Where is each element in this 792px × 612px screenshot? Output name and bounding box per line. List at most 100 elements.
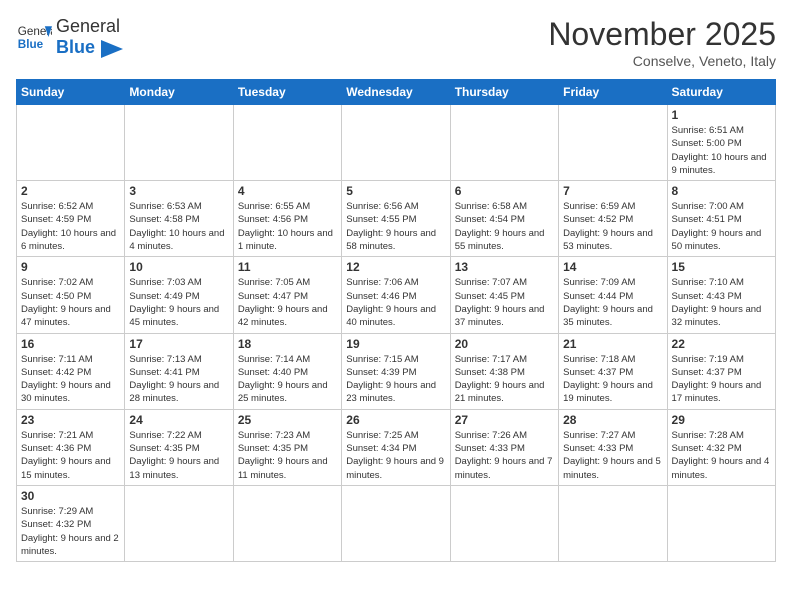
day-number: 16 — [21, 337, 120, 351]
calendar-cell — [342, 105, 450, 181]
calendar-cell: 20Sunrise: 7:17 AM Sunset: 4:38 PM Dayli… — [450, 333, 558, 409]
day-info: Sunrise: 7:25 AM Sunset: 4:34 PM Dayligh… — [346, 429, 445, 482]
calendar-week-row: 9 Sunrise: 7:02 AM Sunset: 4:50 PM Daylig… — [17, 257, 776, 333]
weekday-header-friday: Friday — [559, 80, 667, 105]
calendar-cell: 28Sunrise: 7:27 AM Sunset: 4:33 PM Dayli… — [559, 409, 667, 485]
calendar-week-row: 2 Sunrise: 6:52 AM Sunset: 4:59 PM Daylig… — [17, 181, 776, 257]
calendar-cell: 5Sunrise: 6:56 AM Sunset: 4:55 PM Daylig… — [342, 181, 450, 257]
calendar-cell — [125, 105, 233, 181]
day-number: 19 — [346, 337, 445, 351]
day-number: 21 — [563, 337, 662, 351]
calendar-cell: 22Sunrise: 7:19 AM Sunset: 4:37 PM Dayli… — [667, 333, 775, 409]
day-info: Sunrise: 6:53 AM Sunset: 4:58 PM Dayligh… — [129, 200, 228, 253]
day-number: 15 — [672, 260, 771, 274]
calendar-cell: 11Sunrise: 7:05 AM Sunset: 4:47 PM Dayli… — [233, 257, 341, 333]
day-info: Sunrise: 6:59 AM Sunset: 4:52 PM Dayligh… — [563, 200, 662, 253]
calendar-cell — [450, 485, 558, 561]
weekday-header-sunday: Sunday — [17, 80, 125, 105]
day-number: 17 — [129, 337, 228, 351]
calendar-week-row: 23Sunrise: 7:21 AM Sunset: 4:36 PM Dayli… — [17, 409, 776, 485]
logo-blue-text: Blue — [56, 37, 95, 57]
day-info: Sunrise: 7:02 AM Sunset: 4:50 PM Dayligh… — [21, 276, 120, 329]
calendar-cell: 30 Sunrise: 7:29 AM Sunset: 4:32 PM Dayli… — [17, 485, 125, 561]
svg-text:Blue: Blue — [18, 38, 44, 51]
calendar-cell: 17 Sunrise: 7:13 AM Sunset: 4:41 PM Dayli… — [125, 333, 233, 409]
calendar-cell: 26 Sunrise: 7:25 AM Sunset: 4:34 PM Dayli… — [342, 409, 450, 485]
day-info: Sunrise: 7:29 AM Sunset: 4:32 PM Dayligh… — [21, 505, 120, 558]
day-info: Sunrise: 7:11 AM Sunset: 4:42 PM Dayligh… — [21, 353, 120, 406]
calendar-week-row: 1 Sunrise: 6:51 AM Sunset: 5:00 PM Daylig… — [17, 105, 776, 181]
day-number: 7 — [563, 184, 662, 198]
calendar-cell — [559, 485, 667, 561]
day-number: 23 — [21, 413, 120, 427]
day-number: 2 — [21, 184, 120, 198]
day-info: Sunrise: 7:14 AM Sunset: 4:40 PM Dayligh… — [238, 353, 337, 406]
calendar-cell — [17, 105, 125, 181]
day-number: 25 — [238, 413, 337, 427]
day-info: Sunrise: 6:51 AM Sunset: 5:00 PM Dayligh… — [672, 124, 771, 177]
day-number: 20 — [455, 337, 554, 351]
weekday-header-tuesday: Tuesday — [233, 80, 341, 105]
day-number: 12 — [346, 260, 445, 274]
day-number: 26 — [346, 413, 445, 427]
weekday-header-row: SundayMondayTuesdayWednesdayThursdayFrid… — [17, 80, 776, 105]
day-info: Sunrise: 7:18 AM Sunset: 4:37 PM Dayligh… — [563, 353, 662, 406]
day-info: Sunrise: 7:10 AM Sunset: 4:43 PM Dayligh… — [672, 276, 771, 329]
day-info: Sunrise: 6:52 AM Sunset: 4:59 PM Dayligh… — [21, 200, 120, 253]
day-info: Sunrise: 7:19 AM Sunset: 4:37 PM Dayligh… — [672, 353, 771, 406]
blue-triangle-icon — [101, 40, 123, 58]
title-block: November 2025 Conselve, Veneto, Italy — [548, 16, 776, 69]
day-info: Sunrise: 6:56 AM Sunset: 4:55 PM Dayligh… — [346, 200, 445, 253]
day-info: Sunrise: 7:06 AM Sunset: 4:46 PM Dayligh… — [346, 276, 445, 329]
day-number: 30 — [21, 489, 120, 503]
day-info: Sunrise: 7:23 AM Sunset: 4:35 PM Dayligh… — [238, 429, 337, 482]
day-number: 18 — [238, 337, 337, 351]
calendar-cell: 10 Sunrise: 7:03 AM Sunset: 4:49 PM Dayli… — [125, 257, 233, 333]
day-number: 3 — [129, 184, 228, 198]
day-number: 14 — [563, 260, 662, 274]
calendar-cell: 8Sunrise: 7:00 AM Sunset: 4:51 PM Daylig… — [667, 181, 775, 257]
logo: General Blue General Blue — [16, 16, 123, 58]
day-number: 9 — [21, 260, 120, 274]
day-info: Sunrise: 6:55 AM Sunset: 4:56 PM Dayligh… — [238, 200, 337, 253]
calendar-cell — [450, 105, 558, 181]
day-number: 11 — [238, 260, 337, 274]
day-info: Sunrise: 7:09 AM Sunset: 4:44 PM Dayligh… — [563, 276, 662, 329]
day-info: Sunrise: 7:13 AM Sunset: 4:41 PM Dayligh… — [129, 353, 228, 406]
day-number: 8 — [672, 184, 771, 198]
calendar-cell — [559, 105, 667, 181]
calendar-cell — [125, 485, 233, 561]
calendar-cell: 3 Sunrise: 6:53 AM Sunset: 4:58 PM Daylig… — [125, 181, 233, 257]
calendar-cell: 13Sunrise: 7:07 AM Sunset: 4:45 PM Dayli… — [450, 257, 558, 333]
calendar-cell: 4 Sunrise: 6:55 AM Sunset: 4:56 PM Daylig… — [233, 181, 341, 257]
calendar-cell — [342, 485, 450, 561]
day-number: 29 — [672, 413, 771, 427]
day-number: 24 — [129, 413, 228, 427]
day-info: Sunrise: 7:07 AM Sunset: 4:45 PM Dayligh… — [455, 276, 554, 329]
calendar-cell: 19 Sunrise: 7:15 AM Sunset: 4:39 PM Dayli… — [342, 333, 450, 409]
day-info: Sunrise: 7:03 AM Sunset: 4:49 PM Dayligh… — [129, 276, 228, 329]
calendar-cell: 24Sunrise: 7:22 AM Sunset: 4:35 PM Dayli… — [125, 409, 233, 485]
day-number: 27 — [455, 413, 554, 427]
weekday-header-thursday: Thursday — [450, 80, 558, 105]
calendar-week-row: 16 Sunrise: 7:11 AM Sunset: 4:42 PM Dayli… — [17, 333, 776, 409]
calendar-cell: 14 Sunrise: 7:09 AM Sunset: 4:44 PM Dayli… — [559, 257, 667, 333]
calendar-table: SundayMondayTuesdayWednesdayThursdayFrid… — [16, 79, 776, 562]
calendar-cell: 16 Sunrise: 7:11 AM Sunset: 4:42 PM Dayli… — [17, 333, 125, 409]
weekday-header-wednesday: Wednesday — [342, 80, 450, 105]
location-text: Conselve, Veneto, Italy — [548, 53, 776, 69]
day-number: 10 — [129, 260, 228, 274]
calendar-cell: 7 Sunrise: 6:59 AM Sunset: 4:52 PM Daylig… — [559, 181, 667, 257]
calendar-cell: 9 Sunrise: 7:02 AM Sunset: 4:50 PM Daylig… — [17, 257, 125, 333]
calendar-cell: 25 Sunrise: 7:23 AM Sunset: 4:35 PM Dayli… — [233, 409, 341, 485]
day-number: 6 — [455, 184, 554, 198]
day-number: 1 — [672, 108, 771, 122]
calendar-cell: 27Sunrise: 7:26 AM Sunset: 4:33 PM Dayli… — [450, 409, 558, 485]
calendar-cell — [667, 485, 775, 561]
day-number: 4 — [238, 184, 337, 198]
logo-icon: General Blue — [16, 19, 52, 55]
calendar-cell: 1 Sunrise: 6:51 AM Sunset: 5:00 PM Daylig… — [667, 105, 775, 181]
day-info: Sunrise: 7:28 AM Sunset: 4:32 PM Dayligh… — [672, 429, 771, 482]
calendar-week-row: 30 Sunrise: 7:29 AM Sunset: 4:32 PM Dayli… — [17, 485, 776, 561]
day-info: Sunrise: 7:15 AM Sunset: 4:39 PM Dayligh… — [346, 353, 445, 406]
